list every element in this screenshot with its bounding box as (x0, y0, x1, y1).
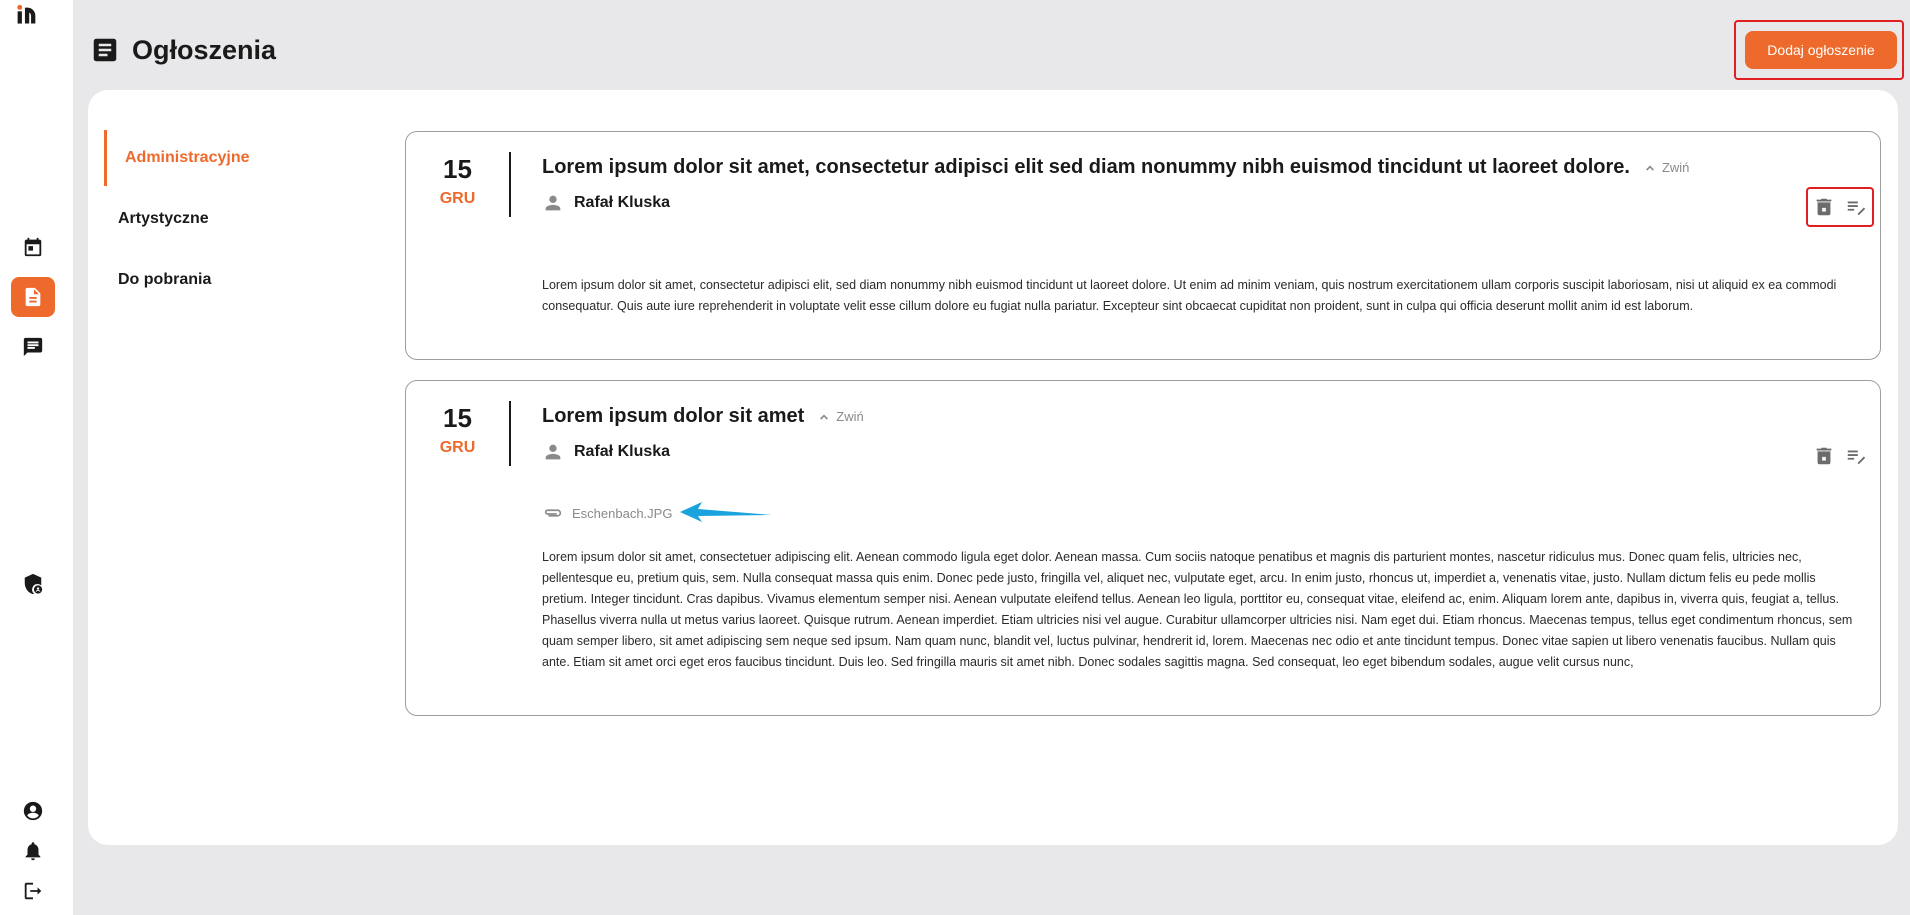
post-author: Rafał Kluska (542, 192, 670, 214)
post-title-row: Lorem ipsum dolor sit amet Zwiń (542, 405, 864, 428)
post-author: Rafał Kluska (542, 441, 670, 463)
side-rail (0, 0, 73, 915)
author-name: Rafał Kluska (574, 194, 671, 211)
author-name: Rafał Kluska (574, 443, 671, 460)
post-title: Lorem ipsum dolor sit amet, consectetur … (542, 156, 1630, 178)
category-artystyczne[interactable]: Artystyczne (104, 191, 344, 247)
announcements-header-icon (93, 38, 117, 62)
security-icon[interactable] (20, 571, 46, 597)
attachment-link[interactable]: Eschenbach.JPG (542, 502, 672, 524)
add-button-highlight: Dodaj ogłoszenie (1734, 20, 1904, 80)
post-day: 15 (443, 154, 472, 184)
edit-icon[interactable] (1845, 445, 1867, 467)
account-icon[interactable] (20, 798, 46, 824)
post-title-row: Lorem ipsum dolor sit amet, consectetur … (542, 156, 1689, 179)
post-body: Lorem ipsum dolor sit amet, consectetur … (542, 278, 1837, 313)
post-month: GRU (439, 439, 476, 456)
post-title: Lorem ipsum dolor sit amet (542, 405, 805, 427)
attachment-name: Eschenbach.JPG (572, 505, 673, 521)
announcements-icon[interactable] (11, 277, 55, 317)
post-actions (1806, 187, 1874, 227)
app-logo[interactable] (17, 4, 53, 40)
delete-icon[interactable] (1813, 445, 1835, 467)
page-title: Ogłoszenia (132, 34, 277, 65)
logout-icon[interactable] (20, 878, 46, 904)
paperclip-icon (544, 509, 562, 517)
chevron-up-icon (1646, 165, 1654, 171)
annotation-arrow-icon (680, 502, 772, 522)
person-icon (545, 195, 561, 211)
announcement-card: 15 GRU Lorem ipsum dolor sit amet Zwiń R… (405, 380, 1881, 716)
post-day: 15 (443, 403, 472, 433)
category-list: Administracyjne Artystyczne Do pobrania (104, 130, 344, 313)
post-actions (1806, 436, 1874, 476)
calendar-icon[interactable] (20, 234, 46, 260)
collapse-toggle[interactable]: Zwiń (1642, 160, 1689, 176)
category-do-pobrania[interactable]: Do pobrania (104, 252, 344, 308)
edit-icon[interactable] (1845, 196, 1867, 218)
main-panel: Administracyjne Artystyczne Do pobrania … (88, 90, 1898, 845)
collapse-toggle[interactable]: Zwiń (816, 409, 864, 425)
add-announcement-button[interactable]: Dodaj ogłoszenie (1745, 31, 1897, 69)
page-header: Ogłoszenia (90, 30, 276, 70)
delete-icon[interactable] (1813, 196, 1835, 218)
collapse-label: Zwiń (1661, 160, 1690, 175)
post-date: 15 GRU (406, 401, 511, 466)
post-month: GRU (439, 190, 476, 207)
chat-icon[interactable] (20, 334, 46, 360)
post-body: Lorem ipsum dolor sit amet, consectetuer… (542, 550, 1853, 669)
collapse-label: Zwiń (836, 409, 864, 424)
bell-icon[interactable] (20, 838, 46, 864)
person-icon (545, 444, 561, 460)
announcement-card: 15 GRU Lorem ipsum dolor sit amet, conse… (405, 131, 1881, 360)
chevron-up-icon (820, 414, 829, 420)
category-administracyjne[interactable]: Administracyjne (104, 130, 344, 186)
post-date: 15 GRU (406, 152, 511, 217)
